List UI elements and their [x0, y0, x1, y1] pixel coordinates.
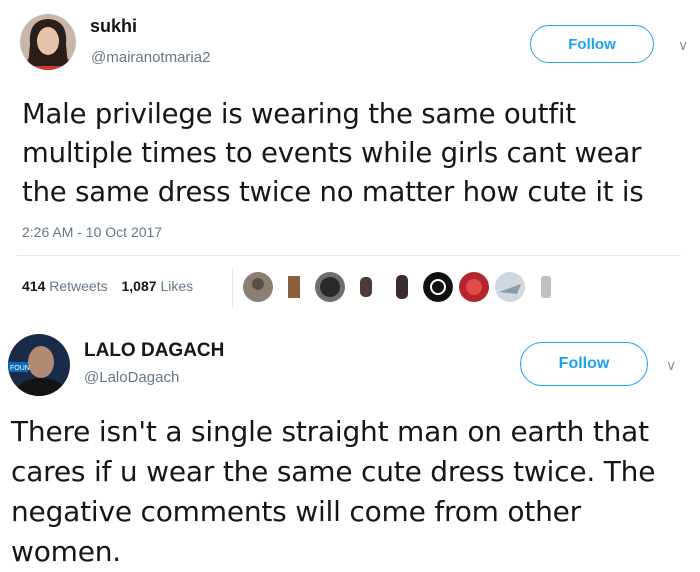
tweet-stats: 414 Retweets 1,087 Likes: [22, 278, 193, 294]
tweet-text-line: multiple times to events while girls can…: [22, 137, 642, 169]
retweets-label[interactable]: Retweets: [49, 278, 107, 294]
tweet-text: There isn't a single straight man on ear…: [11, 412, 655, 572]
avatar[interactable]: [20, 14, 76, 70]
chevron-down-icon[interactable]: ∨: [666, 358, 676, 372]
follow-button[interactable]: Follow: [530, 25, 654, 63]
user-handle[interactable]: @mairanotmaria2: [91, 49, 210, 66]
divider: [17, 255, 681, 256]
display-name[interactable]: sukhi: [90, 16, 137, 37]
tweet-text-line: the same dress twice no matter how cute …: [22, 176, 644, 208]
avatar-badge: FOUN: [10, 365, 30, 372]
liker-avatars: [243, 272, 561, 302]
stats-separator: [232, 268, 233, 308]
liker-avatar[interactable]: [351, 272, 381, 302]
tweet-text-line: cares if u wear the same cute dress twic…: [11, 455, 656, 488]
liker-avatar[interactable]: [495, 272, 525, 302]
follow-button[interactable]: Follow: [520, 342, 648, 386]
tweet-lalo: FOUN LALO DAGACH @LaloDagach Follow ∨ Th…: [0, 318, 700, 572]
tweet-text-line: There isn't a single straight man on ear…: [11, 415, 649, 448]
tweet-text-line: Male privilege is wearing the same outfi…: [22, 98, 576, 130]
liker-avatar[interactable]: [423, 272, 453, 302]
liker-avatar[interactable]: [315, 272, 345, 302]
tweet-text-line: women.: [11, 535, 121, 568]
liker-avatar[interactable]: [459, 272, 489, 302]
likes-label[interactable]: Likes: [160, 278, 193, 294]
tweet-text-line: negative comments will come from other: [11, 495, 581, 528]
tweet-text: Male privilege is wearing the same outfi…: [22, 95, 644, 212]
chevron-down-icon[interactable]: ∨: [678, 38, 688, 52]
likes-count[interactable]: 1,087: [122, 278, 157, 294]
tweet-sukhi: sukhi @mairanotmaria2 Follow ∨ Male priv…: [0, 0, 700, 318]
liker-avatar[interactable]: [243, 272, 273, 302]
retweets-count[interactable]: 414: [22, 278, 45, 294]
display-name[interactable]: LALO DAGACH: [84, 340, 224, 362]
timestamp[interactable]: 2:26 AM - 10 Oct 2017: [22, 224, 162, 240]
avatar[interactable]: FOUN: [8, 334, 70, 396]
liker-avatar[interactable]: [279, 272, 309, 302]
liker-avatar[interactable]: [531, 272, 561, 302]
user-handle[interactable]: @LaloDagach: [84, 369, 179, 386]
liker-avatar[interactable]: [387, 272, 417, 302]
